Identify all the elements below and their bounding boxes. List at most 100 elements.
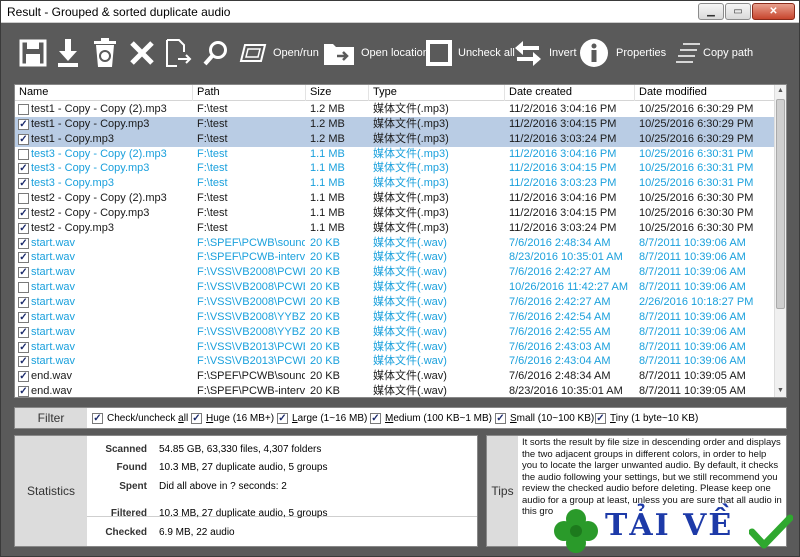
row-checkbox[interactable]: ✓	[18, 163, 29, 175]
filter-check-uncheck-all[interactable]: ✓ Check/uncheck all	[92, 411, 188, 425]
row-checkbox[interactable]: ✓	[18, 252, 29, 264]
filter-medium[interactable]: ✓ Medium (100 KB~1 MB)	[370, 411, 492, 425]
cell-date-created: 11/2/2016 3:03:23 PM	[509, 177, 617, 190]
filter-large[interactable]: ✓ Large (1~16 MB)	[277, 411, 367, 425]
column-header-date-created[interactable]: Date created	[505, 85, 635, 101]
cell-name: test2 - Copy - Copy (2).mp3	[31, 192, 167, 205]
stat-spent: Spent Did all above in ? seconds: 2	[87, 481, 477, 496]
table-row[interactable]: ✓end.wav F:\SPEF\PCWB-intervie... 20 KB 媒体文…	[15, 384, 775, 398]
properties-button[interactable]: Properties	[579, 36, 666, 70]
scroll-up-icon[interactable]: ▲	[775, 85, 786, 97]
table-row[interactable]: ✓ test2 - Copy.mp3 F:\test 1.1 MB 媒体文件(.mp3)…	[15, 221, 775, 236]
minimize-button[interactable]: ▁	[698, 3, 724, 20]
table-row[interactable]: ✓ test3 - Copy - Copy.mp3 F:\test 1.1 MB 媒体文…	[15, 161, 775, 176]
table-row[interactable]: test3 - Copy - Copy (2).mp3 F:\test 1.1 MB…	[15, 147, 775, 162]
cell-type: 媒体文件(.mp3)	[373, 117, 449, 130]
vertical-scrollbar[interactable]: ▲ ▼	[774, 85, 786, 397]
table-row[interactable]: test1 - Copy - Copy (2).mp3 F:\test 1.2 MB…	[15, 102, 775, 117]
filter-small-label: Small (10~100 KB)	[510, 412, 595, 424]
column-header-name[interactable]: Name	[15, 85, 193, 101]
filter-medium-label: Medium (100 KB~1 MB)	[385, 412, 493, 424]
filter-tiny-checkbox[interactable]: ✓	[595, 412, 606, 424]
close-button[interactable]: ✕	[752, 3, 795, 20]
row-checkbox[interactable]	[18, 193, 29, 205]
filter-large-checkbox[interactable]: ✓	[277, 412, 288, 424]
table-row[interactable]: ✓ end.wav F:\SPEF\PCWB\sounds 20 KB 媒体文件(.wa…	[15, 369, 775, 384]
row-checkbox[interactable]: ✓	[18, 296, 29, 308]
recycle-button[interactable]	[93, 36, 117, 70]
table-row[interactable]: ✓start.wav F:\VSS\VB2013\PCWB\s... 20 KB 媒体…	[15, 340, 775, 355]
open-location-button[interactable]: Open location	[323, 36, 429, 70]
table-row[interactable]: ✓start.wav F:\VSS\VB2013\PCWB\s... 20 KB 媒体…	[15, 354, 775, 369]
column-header-path[interactable]: Path	[193, 85, 306, 101]
filter-tiny[interactable]: ✓ Tiny (1 byte~10 KB)	[595, 411, 698, 425]
row-checkbox[interactable]: ✓	[18, 386, 29, 397]
row-checkbox[interactable]	[18, 104, 29, 115]
cell-type: 媒体文件(.mp3)	[373, 132, 449, 145]
statistics-title: Statistics	[15, 436, 87, 546]
row-checkbox[interactable]: ✓	[18, 133, 29, 145]
cell-path: F:\test	[197, 162, 228, 175]
table-row[interactable]: ✓start.wav F:\VSS\VB2008\PCWB\s... 20 KB 媒体…	[15, 265, 775, 280]
row-checkbox[interactable]: ✓	[18, 311, 29, 323]
maximize-button[interactable]: ▭	[725, 3, 751, 20]
cell-path: F:\SPEF\PCWB-intervie...	[197, 385, 305, 398]
cell-date-created: 7/6/2016 2:42:27 AM	[509, 295, 611, 308]
cell-date-modified: 8/7/2011 10:39:06 AM	[639, 236, 746, 249]
cell-date-modified: 8/7/2011 10:39:05 AM	[639, 385, 746, 398]
filter-small-checkbox[interactable]: ✓	[495, 412, 506, 424]
table-row[interactable]: ✓start.wav F:\VSS\VB2008\YYBZZP... 20 KB 媒体…	[15, 325, 775, 340]
move-button[interactable]	[165, 36, 193, 70]
row-checkbox[interactable]: ✓	[18, 207, 29, 219]
row-checkbox[interactable]: ✓	[18, 371, 29, 383]
table-row[interactable]: ✓ start.wav F:\SPEF\PCWB\sounds 20 KB 媒体文件(.…	[15, 236, 775, 251]
row-checkbox[interactable]	[18, 282, 29, 294]
table-row[interactable]: ✓ test3 - Copy.mp3 F:\test 1.1 MB 媒体文件(.mp3)…	[15, 176, 775, 191]
cell-size: 1.2 MB	[310, 132, 345, 145]
statistics-panel: Statistics Scanned 54.85 GB, 63,330 file…	[14, 435, 478, 547]
table-row[interactable]: ✓ test1 - Copy - Copy.mp3 F:\test 1.2 MB 媒体文…	[15, 116, 775, 132]
table-row[interactable]: test2 - Copy - Copy (2).mp3 F:\test 1.1 MB…	[15, 191, 775, 206]
column-header-date-modified[interactable]: Date modified	[635, 85, 775, 101]
table-row[interactable]: ✓start.wav F:\SPEF\PCWB-intervie... 20 KB 媒…	[15, 250, 775, 265]
filter-all-checkbox[interactable]: ✓	[92, 412, 103, 424]
filter-huge[interactable]: ✓ Huge (16 MB+)	[191, 411, 274, 425]
filter-huge-checkbox[interactable]: ✓	[191, 412, 202, 424]
cell-name: test3 - Copy - Copy (2).mp3	[31, 147, 167, 160]
cell-path: F:\VSS\VB2008\PCWB\s...	[197, 281, 305, 294]
window-title: Result - Grouped & sorted duplicate audi…	[7, 5, 231, 19]
save-button[interactable]	[19, 36, 47, 70]
search-button[interactable]	[203, 36, 229, 70]
scroll-down-icon[interactable]: ▼	[775, 385, 786, 397]
delete-button[interactable]	[129, 36, 155, 70]
table-row[interactable]: ✓start.wav F:\VSS\VB2008\PCWB2... 20 KB 媒体文…	[15, 295, 775, 310]
table-row[interactable]: ✓start.wav F:\VSS\VB2008\YYBZZP... 20 KB 媒体…	[15, 310, 775, 325]
column-header-type[interactable]: Type	[369, 85, 505, 101]
row-checkbox[interactable]: ✓	[18, 178, 29, 190]
row-checkbox[interactable]: ✓	[18, 341, 29, 353]
row-checkbox[interactable]: ✓	[18, 356, 29, 368]
filter-small[interactable]: ✓ Small (10~100 KB)	[495, 411, 594, 425]
row-checkbox[interactable]: ✓	[18, 237, 29, 249]
open-run-button[interactable]: Open/run	[239, 36, 319, 70]
uncheck-all-button[interactable]: Uncheck all	[426, 36, 515, 70]
cell-name: start.wav	[31, 355, 76, 368]
cell-size: 1.1 MB	[310, 206, 345, 219]
export-button[interactable]	[56, 36, 80, 70]
filter-all-label: Check/uncheck all	[107, 412, 189, 424]
column-header-size[interactable]: Size	[306, 85, 369, 101]
table-row[interactable]: ✓ test2 - Copy - Copy.mp3 F:\test 1.1 MB 媒体文…	[15, 206, 775, 221]
filter-huge-label: Huge (16 MB+)	[206, 412, 275, 424]
table-row[interactable]: ✓ test1 - Copy.mp3 F:\test 1.2 MB 媒体文件(.mp3)…	[15, 131, 775, 147]
row-checkbox[interactable]: ✓	[18, 267, 29, 279]
row-checkbox[interactable]: ✓	[18, 118, 29, 130]
filter-medium-checkbox[interactable]: ✓	[370, 412, 381, 424]
scroll-thumb[interactable]	[776, 99, 785, 309]
table-row[interactable]: start.wav F:\VSS\VB2008\PCWB\s... 20 KB 媒体文…	[15, 280, 775, 295]
row-checkbox[interactable]: ✓	[18, 326, 29, 338]
row-checkbox[interactable]	[18, 148, 29, 160]
row-checkbox[interactable]: ✓	[18, 222, 29, 234]
copy-path-button[interactable]: Copy path	[675, 36, 753, 70]
invert-button[interactable]: Invert	[513, 36, 577, 70]
cell-size: 20 KB	[310, 385, 340, 398]
